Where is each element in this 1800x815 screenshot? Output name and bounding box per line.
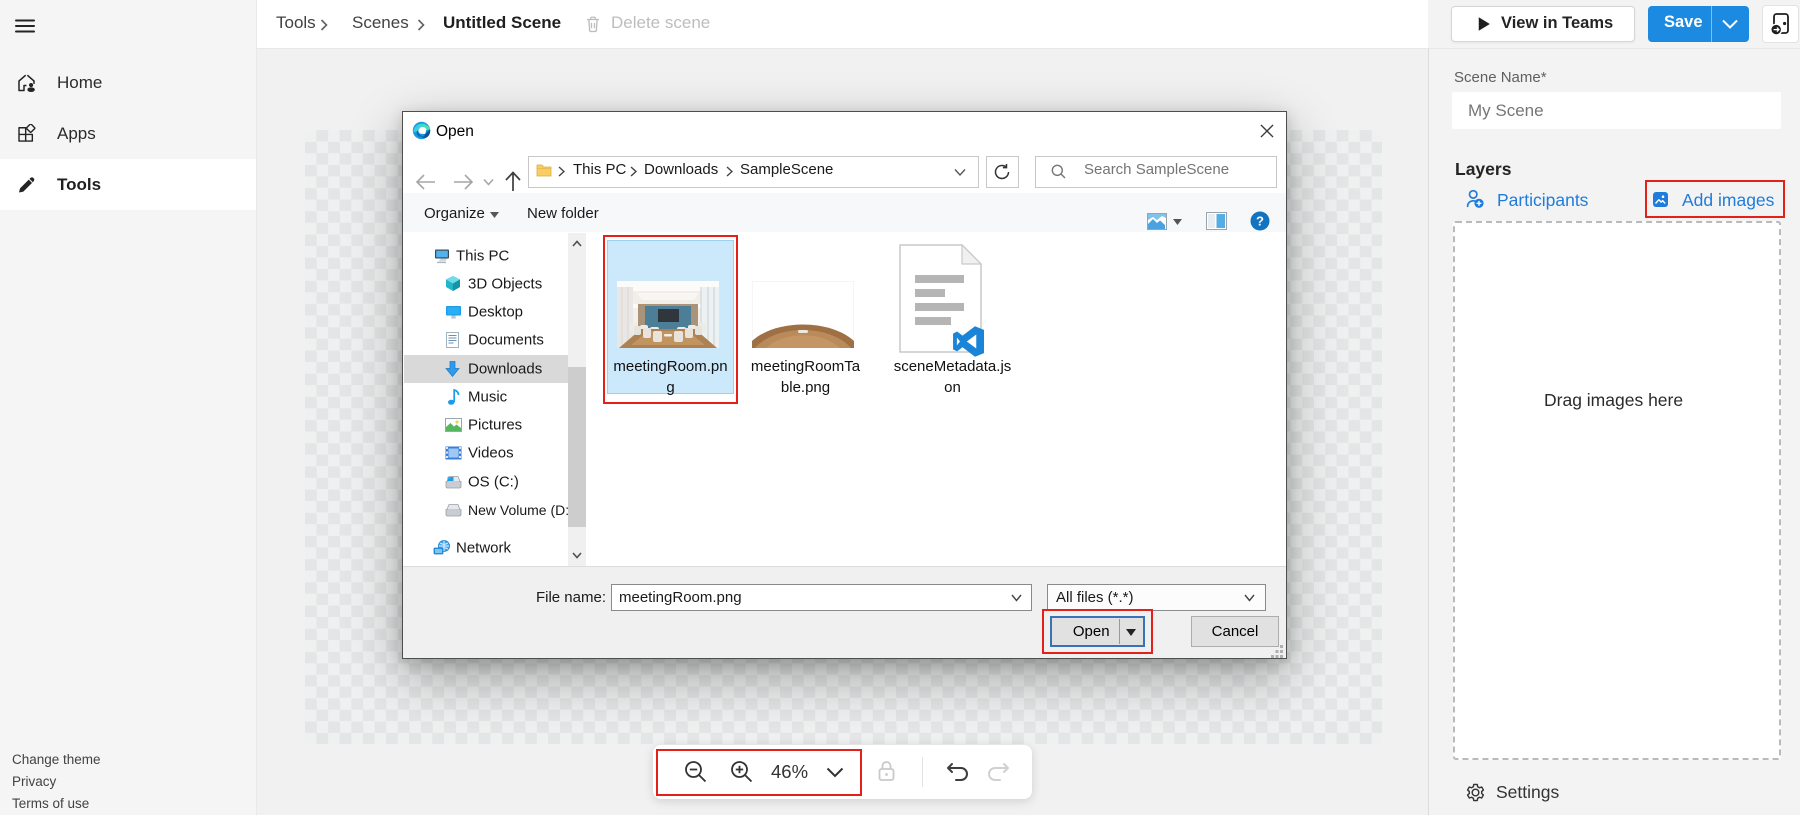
svg-text:?: ? xyxy=(1256,214,1264,229)
